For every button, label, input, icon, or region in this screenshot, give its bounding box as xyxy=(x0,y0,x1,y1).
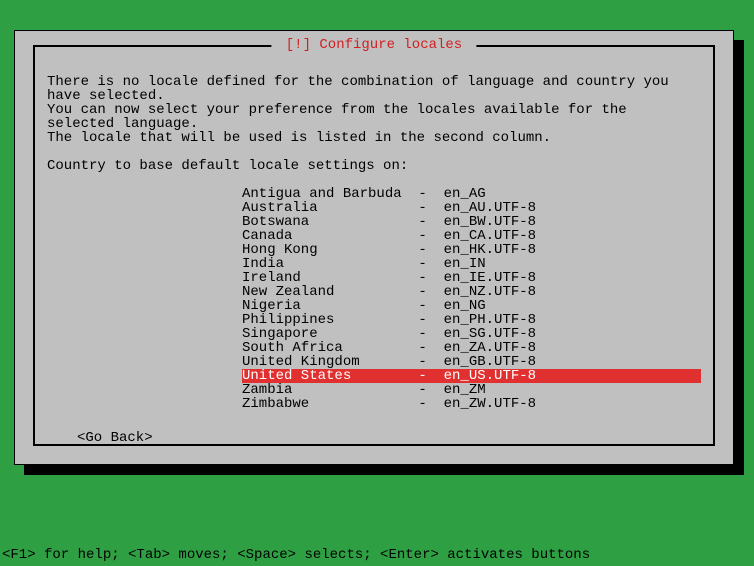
locale-row[interactable]: Singapore - en_SG.UTF-8 xyxy=(242,327,701,341)
locale-row[interactable]: Ireland - en_IE.UTF-8 xyxy=(242,271,701,285)
locale-row[interactable]: Philippines - en_PH.UTF-8 xyxy=(242,313,701,327)
locale-list[interactable]: Antigua and Barbuda - en_AG Australia - … xyxy=(242,187,701,411)
go-back-button[interactable]: <Go Back> xyxy=(77,431,701,445)
locale-row[interactable]: Antigua and Barbuda - en_AG xyxy=(242,187,701,201)
locale-row[interactable]: Australia - en_AU.UTF-8 xyxy=(242,201,701,215)
locale-row[interactable]: United States - en_US.UTF-8 xyxy=(242,369,701,383)
locale-row[interactable]: Nigeria - en_NG xyxy=(242,299,701,313)
locale-row[interactable]: Botswana - en_BW.UTF-8 xyxy=(242,215,701,229)
locale-row[interactable]: Hong Kong - en_HK.UTF-8 xyxy=(242,243,701,257)
locale-row[interactable]: Zambia - en_ZM xyxy=(242,383,701,397)
locale-row[interactable]: India - en_IN xyxy=(242,257,701,271)
locale-row[interactable]: Canada - en_CA.UTF-8 xyxy=(242,229,701,243)
dialog-frame: [!] Configure locales There is no locale… xyxy=(33,45,715,446)
locale-row[interactable]: New Zealand - en_NZ.UTF-8 xyxy=(242,285,701,299)
locale-row[interactable]: United Kingdom - en_GB.UTF-8 xyxy=(242,355,701,369)
locale-row[interactable]: Zimbabwe - en_ZW.UTF-8 xyxy=(242,397,701,411)
locale-row[interactable]: South Africa - en_ZA.UTF-8 xyxy=(242,341,701,355)
dialog-prompt: Country to base default locale settings … xyxy=(47,159,701,173)
dialog-body-text: There is no locale defined for the combi… xyxy=(47,75,701,145)
status-bar: <F1> for help; <Tab> moves; <Space> sele… xyxy=(0,548,754,562)
configure-locales-dialog: [!] Configure locales There is no locale… xyxy=(14,30,734,465)
dialog-title: [!] Configure locales xyxy=(271,38,476,52)
